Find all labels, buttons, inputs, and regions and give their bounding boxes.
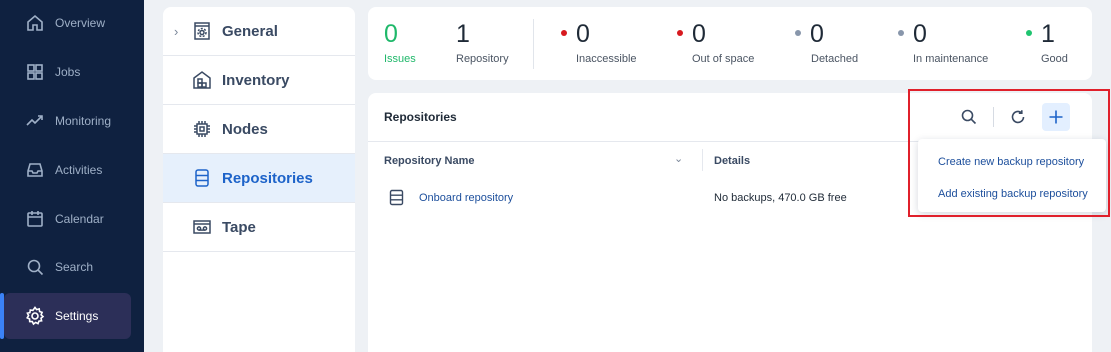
nav-item-label: Search [55,260,94,274]
stat-label: In maintenance [913,53,989,65]
add-repository-menu: Create new backup repository Add existin… [918,139,1106,212]
stat-label: Detached [811,53,859,65]
repository-details: No backups, 470.0 GB free [714,192,847,204]
plus-icon [1049,110,1063,124]
chevron-down-icon[interactable]: ⌄ [674,152,683,165]
status-dot [1026,30,1032,37]
repository-stats-bar: 0 Issues 1 Repository 0 Inaccessible 0 O… [368,7,1092,80]
refresh-button[interactable] [1004,103,1032,131]
chip-icon [192,119,212,139]
nav-item-label: Jobs [55,65,81,79]
stat-label: Repository [456,53,509,65]
stat-value: 0 [810,20,824,48]
menu-item-add-existing-repository[interactable]: Add existing backup repository [938,188,1088,200]
stat-value: 0 [913,20,927,48]
category-label: General [222,22,278,40]
nav-item-label: Settings [55,309,99,323]
add-repository-button[interactable] [1042,103,1070,131]
stat-label: Issues [384,53,416,65]
nav-item-label: Activities [55,163,103,177]
category-inventory[interactable]: Inventory [163,56,355,105]
nav-item-overview[interactable]: Overview [4,0,131,46]
nav-item-label: Overview [55,16,106,30]
column-header-name[interactable]: Repository Name [384,155,474,167]
nav-item-settings[interactable]: Settings [0,293,131,339]
gear-icon [25,306,45,326]
inventory-icon [192,70,212,90]
menu-item-create-new-repository[interactable]: Create new backup repository [938,156,1084,168]
nav-item-search[interactable]: Search [4,244,131,290]
category-label: Inventory [222,71,290,89]
toolbar-divider [993,107,994,127]
stat-value: 1 [456,20,470,48]
nav-item-activities[interactable]: Activities [4,147,131,193]
stat-value: 0 [384,20,398,48]
nav-item-jobs[interactable]: Jobs [4,49,131,95]
stats-divider [533,19,534,69]
stat-label: Out of space [692,53,755,65]
stat-value: 0 [576,20,590,48]
status-dot [677,30,683,37]
nav-item-monitoring[interactable]: Monitoring [4,98,131,144]
main-nav: Overview Jobs Monitoring Activities Cale… [0,0,144,352]
gear-box-icon [192,21,212,41]
stat-label: Good [1041,53,1068,65]
category-tape[interactable]: Tape [163,203,355,252]
repository-icon [388,189,405,206]
repositories-panel: Repositories Repository Name ⌄ Details O… [368,93,1092,352]
status-dot [561,30,567,37]
category-nodes[interactable]: Nodes [163,105,355,154]
category-label: Tape [222,218,256,236]
calendar-icon [25,209,45,229]
grid-icon [25,62,45,82]
settings-category-panel: › General Inventory Nodes Repositories T… [163,7,355,352]
pulse-icon [25,111,45,131]
repository-name-link[interactable]: Onboard repository [419,192,513,204]
column-divider[interactable] [702,149,703,171]
home-icon [25,13,45,33]
status-dot [898,30,904,37]
refresh-icon [1011,110,1025,124]
status-dot [795,30,801,37]
chevron-right-icon[interactable]: › [174,24,178,39]
search-icon [25,257,45,277]
nav-item-label: Calendar [55,212,104,226]
category-repositories[interactable]: Repositories [163,154,355,203]
tape-icon [192,217,212,237]
nav-item-calendar[interactable]: Calendar [4,196,131,242]
repository-icon [192,168,212,188]
category-general[interactable]: › General [163,7,355,56]
search-icon [961,109,977,125]
category-label: Repositories [222,169,313,187]
inbox-icon [25,160,45,180]
panel-title: Repositories [384,110,457,124]
category-label: Nodes [222,120,268,138]
nav-item-label: Monitoring [55,114,112,128]
stat-value: 0 [692,20,706,48]
column-header-details[interactable]: Details [714,155,750,167]
search-button[interactable] [955,103,983,131]
stat-label: Inaccessible [576,53,637,65]
stat-value: 1 [1041,20,1055,48]
